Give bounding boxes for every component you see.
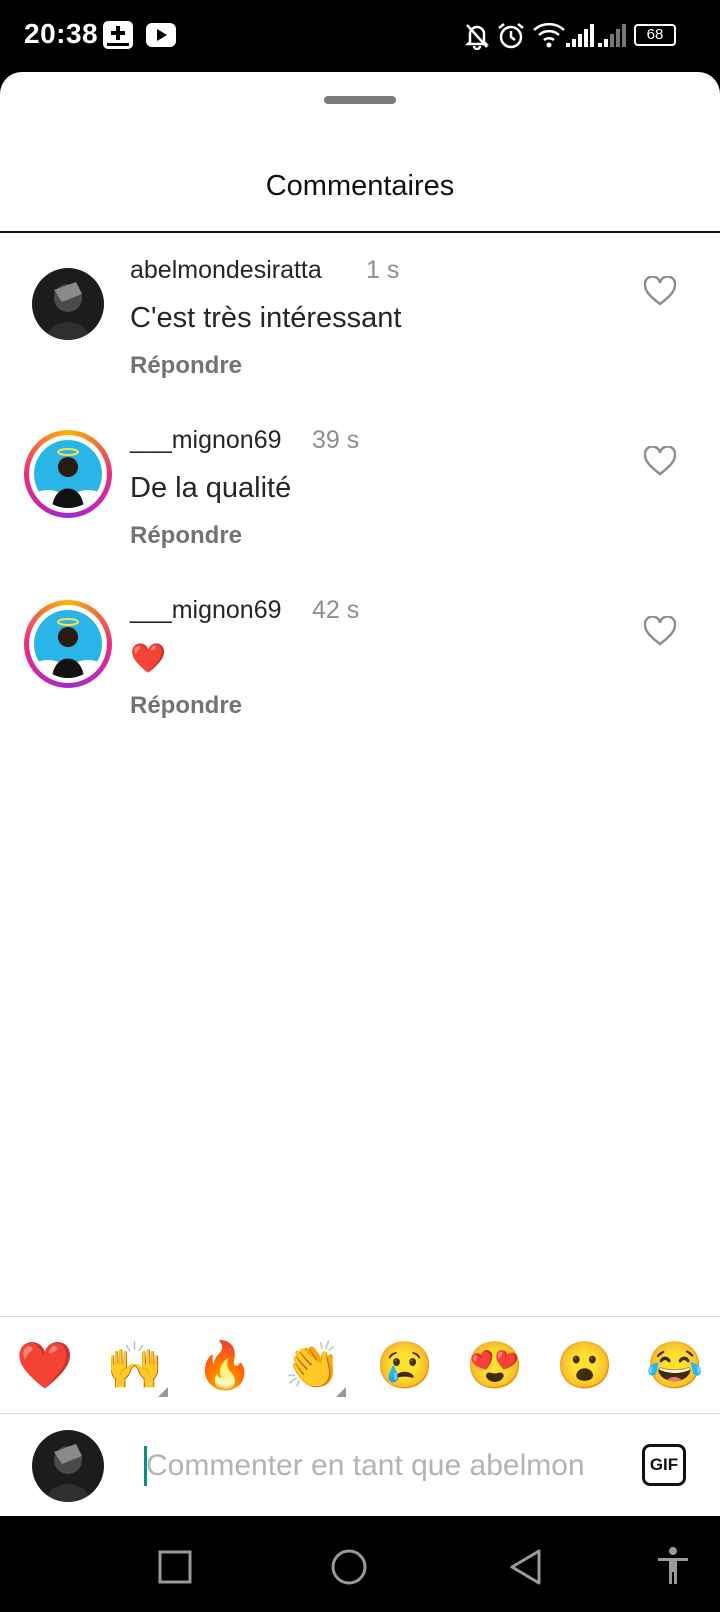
variant-indicator [336,1387,346,1397]
emoji-heart-eyes-button[interactable]: 😍 [466,1337,523,1393]
avatar-photo [34,610,102,678]
divider [0,231,720,233]
avatar-photo [34,440,102,508]
emoji-clapping-button[interactable]: 👏 [284,1337,346,1397]
drag-handle[interactable] [324,96,396,104]
emoji-heart-button[interactable]: ❤️ [16,1337,73,1393]
alarm-icon [498,23,524,49]
avatar[interactable] [32,268,104,340]
add-box-icon [103,21,133,49]
emoji-raising-hands-button[interactable]: 🙌 [106,1337,168,1397]
reply-button[interactable]: Répondre [130,692,242,720]
status-time: 20:38 [24,18,99,49]
comment-time: 39 s [312,426,360,454]
emoji-fire-button[interactable]: 🔥 [196,1337,253,1393]
heart-outline-icon[interactable] [644,446,676,476]
emoji-glyph: 🙌 [106,1339,164,1391]
avatar[interactable] [24,600,112,688]
comments-sheet: Commentaires abelmondesiratta 1 s C'est … [0,72,720,1516]
comment-item: ___mignon69 42 s ❤️ Répondre [0,574,720,744]
comment-input[interactable] [146,1440,612,1492]
signal-icon-2 [598,24,626,47]
navigation-bar [0,1516,720,1612]
signal-icon [566,24,594,47]
battery-level: 68 [646,26,664,43]
avatar-photo [32,1430,104,1502]
comment-text: ❤️ [130,643,167,675]
avatar[interactable] [24,430,112,518]
emoji-surprised-button[interactable]: 😮 [556,1337,613,1393]
wifi-icon [533,22,565,48]
comment-username[interactable]: ___mignon69 [130,426,282,455]
notifications-off-icon [464,24,490,50]
comment-text: De la qualité [130,472,292,504]
comment-time: 42 s [312,596,360,624]
comment-username[interactable]: ___mignon69 [130,596,282,625]
comment-item: ___mignon69 39 s De la qualité Répondre [0,404,720,574]
emoji-glyph: 👏 [284,1339,342,1391]
heart-outline-icon[interactable] [644,616,676,646]
emoji-quick-bar: ❤️ 🙌 🔥 👏 😢 😍 😮 😂 [0,1316,720,1414]
back-icon[interactable] [508,1548,542,1586]
avatar-photo [32,268,104,340]
recent-apps-icon[interactable] [158,1550,192,1584]
status-bar: 20:38 68 [0,0,720,72]
comment-composer: GIF [0,1414,720,1516]
emoji-laughing-button[interactable]: 😂 [646,1337,703,1393]
comment-time: 1 s [366,256,400,284]
battery-icon: 68 [634,24,676,46]
comment-item: abelmondesiratta 1 s C'est très intéress… [0,234,720,404]
youtube-icon [146,23,176,47]
home-icon[interactable] [330,1548,368,1586]
variant-indicator [158,1387,168,1397]
reply-button[interactable]: Répondre [130,352,242,380]
sheet-title: Commentaires [265,170,455,202]
gif-button[interactable]: GIF [642,1444,686,1486]
comment-text: C'est très intéressant [130,302,402,334]
avatar [32,1430,104,1502]
emoji-crying-button[interactable]: 😢 [376,1337,433,1393]
reply-button[interactable]: Répondre [130,522,242,550]
comment-username[interactable]: abelmondesiratta [130,256,322,285]
heart-outline-icon[interactable] [644,276,676,306]
accessibility-icon[interactable] [656,1546,690,1586]
